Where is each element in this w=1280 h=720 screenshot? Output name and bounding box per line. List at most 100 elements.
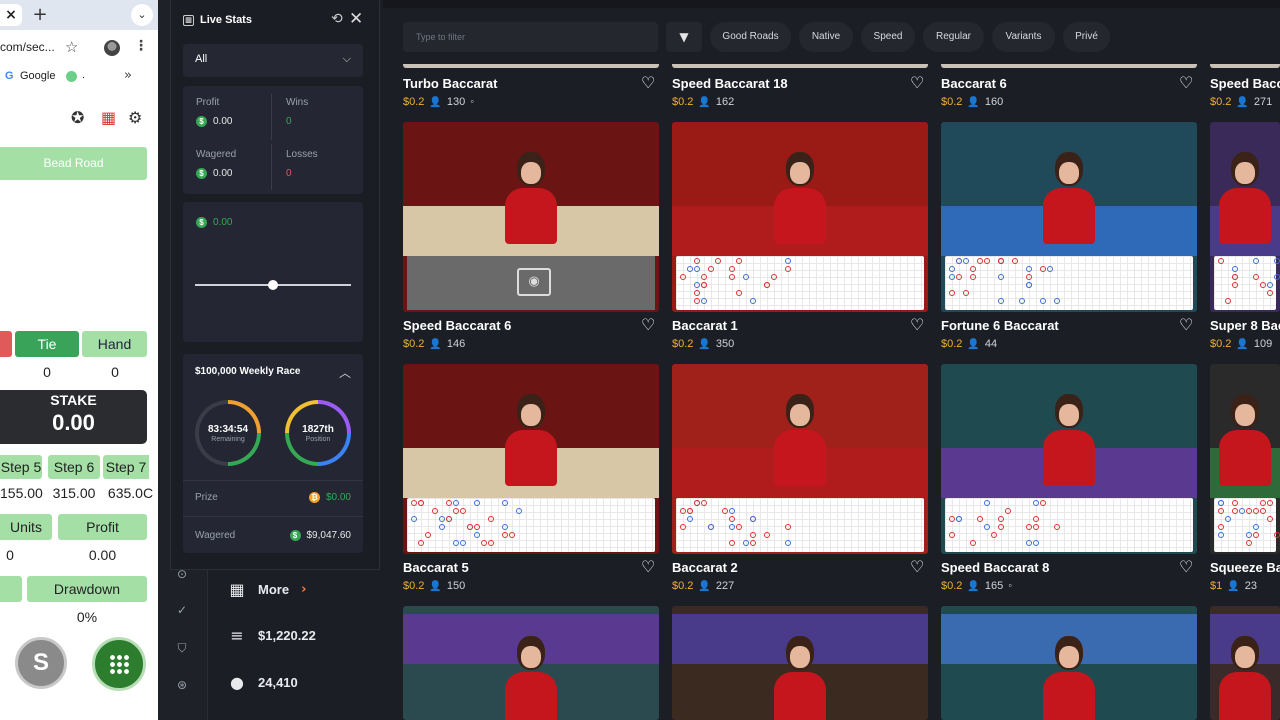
live-stats-title: Live Stats: [200, 14, 252, 26]
favorite-heart-icon[interactable]: ♡: [641, 557, 655, 576]
bead: [701, 274, 707, 280]
chip-speed[interactable]: Speed: [861, 22, 915, 52]
bead-road-button[interactable]: Bead Road: [0, 147, 147, 180]
game-2-title[interactable]: Baccarat 6: [941, 76, 1007, 91]
game-11-title[interactable]: Squeeze Ba: [1210, 560, 1280, 575]
person-icon: 👤: [429, 580, 442, 592]
extension-brain-icon[interactable]: ✪: [71, 108, 84, 127]
chip-native[interactable]: Native: [799, 22, 853, 52]
favorite-heart-icon[interactable]: ♡: [910, 557, 924, 576]
filter-input[interactable]: Type to filter: [403, 22, 658, 52]
bead: [1033, 516, 1039, 522]
favorite-heart-icon[interactable]: ♡: [1179, 557, 1193, 576]
game-7-thumbnail[interactable]: [1210, 364, 1280, 554]
hand-header[interactable]: Hand: [82, 331, 147, 357]
close-icon[interactable]: ✕: [349, 9, 363, 29]
game-9-price: $0.2: [672, 580, 694, 592]
bead: [694, 500, 700, 506]
favorite-heart-icon[interactable]: ♡: [1179, 73, 1193, 92]
filter-funnel-icon[interactable]: ▼: [666, 22, 702, 52]
bead: [1267, 290, 1273, 296]
profit-stat-value: 0.00: [213, 116, 233, 127]
game-6-title[interactable]: Fortune 6 Baccarat: [941, 318, 1059, 333]
game-9-title[interactable]: Baccarat 2: [672, 560, 738, 575]
game-8-thumbnail[interactable]: [403, 606, 659, 720]
game-5-thumbnail[interactable]: [672, 364, 928, 554]
nav-balance[interactable]: ≡ $1,220.22: [228, 626, 316, 645]
url-text[interactable]: com/sec...: [0, 40, 58, 54]
game-1-thumbnail[interactable]: [672, 122, 928, 312]
settings-gear-icon[interactable]: ⚙: [128, 108, 142, 127]
rail-shield-icon[interactable]: ⛉: [174, 641, 190, 657]
browser-menu-icon[interactable]: ⋮: [134, 38, 148, 54]
game-5-title[interactable]: Baccarat 1: [672, 318, 738, 333]
favorite-heart-icon[interactable]: ♡: [1179, 315, 1193, 334]
extension-grid-icon[interactable]: ▦: [101, 108, 116, 127]
race-title: $100,000 Weekly Race: [195, 366, 301, 377]
bead: [991, 532, 997, 538]
game-0-title[interactable]: Turbo Baccarat: [403, 76, 497, 91]
game-2-thumbnail[interactable]: [941, 122, 1197, 312]
profile-avatar[interactable]: [104, 40, 120, 56]
nav-more[interactable]: ▦ More ›: [228, 580, 306, 599]
rail-check-icon[interactable]: ✓: [174, 603, 190, 619]
refresh-icon[interactable]: ⟲: [331, 11, 343, 27]
bookmarks-overflow-icon[interactable]: »: [124, 68, 132, 83]
game-6-thumbnail[interactable]: [941, 364, 1197, 554]
bead: [1232, 274, 1238, 280]
bead: [764, 282, 770, 288]
game-11-thumbnail[interactable]: [1210, 606, 1280, 720]
game-3-title[interactable]: Speed Bacc: [1210, 76, 1280, 91]
bead: [736, 290, 742, 296]
chip-prive[interactable]: Privé: [1063, 22, 1110, 52]
apps-grid-button[interactable]: [92, 637, 146, 691]
dealer-dress: [1219, 188, 1271, 244]
bookmark-dot[interactable]: .: [82, 69, 85, 81]
bead: [785, 258, 791, 264]
favorite-heart-icon[interactable]: ♡: [641, 315, 655, 334]
favorite-heart-icon[interactable]: ♡: [641, 73, 655, 92]
bead: [467, 524, 473, 530]
game-5-players: 350: [715, 338, 735, 350]
weekly-race-header[interactable]: $100,000 Weekly Race ︿: [183, 354, 363, 390]
dealer-dress: [1219, 672, 1271, 720]
units-header: Units: [0, 514, 52, 540]
game-1-title[interactable]: Speed Baccarat 18: [672, 76, 788, 91]
bead: [1253, 532, 1259, 538]
game-7-title[interactable]: Super 8 Bac: [1210, 318, 1280, 333]
bookmark-favicon[interactable]: [66, 71, 77, 82]
favorite-heart-icon[interactable]: ♡: [910, 315, 924, 334]
rail-support-icon[interactable]: ⊛: [174, 678, 190, 694]
game-4-thumbnail[interactable]: [403, 364, 659, 554]
game-9-thumbnail[interactable]: [672, 606, 928, 720]
race-position-label: Position: [305, 436, 331, 443]
game-10-thumbnail[interactable]: [941, 606, 1197, 720]
close-tab-icon[interactable]: ×: [0, 4, 22, 26]
new-tab-icon[interactable]: +: [30, 4, 50, 26]
game-9-players: 227: [715, 580, 735, 592]
game-4-title[interactable]: Speed Baccarat 6: [403, 318, 511, 333]
chart-value-text: 0.00: [213, 217, 233, 228]
game-8-title[interactable]: Baccarat 5: [403, 560, 469, 575]
tie-header[interactable]: Tie: [15, 331, 79, 357]
chip-good-roads[interactable]: Good Roads: [710, 22, 791, 52]
tab-search-icon[interactable]: ⌄: [131, 4, 153, 26]
bead: [481, 540, 487, 546]
game-10-title[interactable]: Speed Baccarat 8: [941, 560, 1049, 575]
address-bar[interactable]: com/sec... ☆ ⋮: [0, 34, 158, 62]
bookmark-star-icon[interactable]: ☆: [65, 38, 78, 56]
s-button[interactable]: S: [15, 637, 67, 689]
chart-cursor[interactable]: [268, 280, 278, 290]
bead: [998, 524, 1004, 530]
game-3-thumbnail[interactable]: [1210, 122, 1280, 312]
game-0-thumbnail[interactable]: ◉: [403, 122, 659, 312]
drawdown-header: Drawdown: [27, 576, 147, 602]
nav-players[interactable]: ● 24,410: [228, 673, 298, 692]
lobby-badge-icon: ◉: [517, 268, 551, 296]
bookmark-google[interactable]: Google: [20, 70, 55, 82]
google-icon[interactable]: G: [5, 70, 14, 82]
chip-regular[interactable]: Regular: [923, 22, 984, 52]
chip-variants[interactable]: Variants: [992, 22, 1055, 52]
favorite-heart-icon[interactable]: ♡: [910, 73, 924, 92]
game-filter-select[interactable]: All ⌵: [183, 44, 363, 77]
